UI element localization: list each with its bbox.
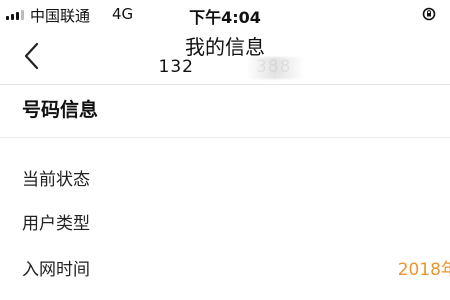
page-title: 我的信息 [185, 35, 265, 59]
phone-number: 132388 [0, 57, 450, 77]
row-current-status[interactable]: 当前状态 [0, 158, 450, 202]
rotation-lock-icon [422, 7, 436, 21]
row-join-date[interactable]: 入网时间 2018年 [0, 248, 450, 292]
nav-header: 我的信息 132388 [0, 28, 450, 85]
section-title: 号码信息 [22, 99, 99, 121]
section-header: 号码信息 [0, 85, 450, 138]
phone-number-start: 132 [158, 57, 194, 77]
status-bar: 中国联通 4G 下午4:04 [0, 0, 450, 28]
redaction-blur [246, 57, 304, 79]
row-label: 入网时间 [22, 260, 90, 280]
row-label: 用户类型 [22, 214, 90, 234]
row-value: 2018年 [397, 260, 450, 280]
status-time: 下午4:04 [189, 8, 261, 27]
row-label: 当前状态 [22, 170, 90, 190]
info-list: 当前状态 用户类型 入网时间 2018年 [0, 138, 450, 300]
row-user-type[interactable]: 用户类型 [0, 202, 450, 246]
